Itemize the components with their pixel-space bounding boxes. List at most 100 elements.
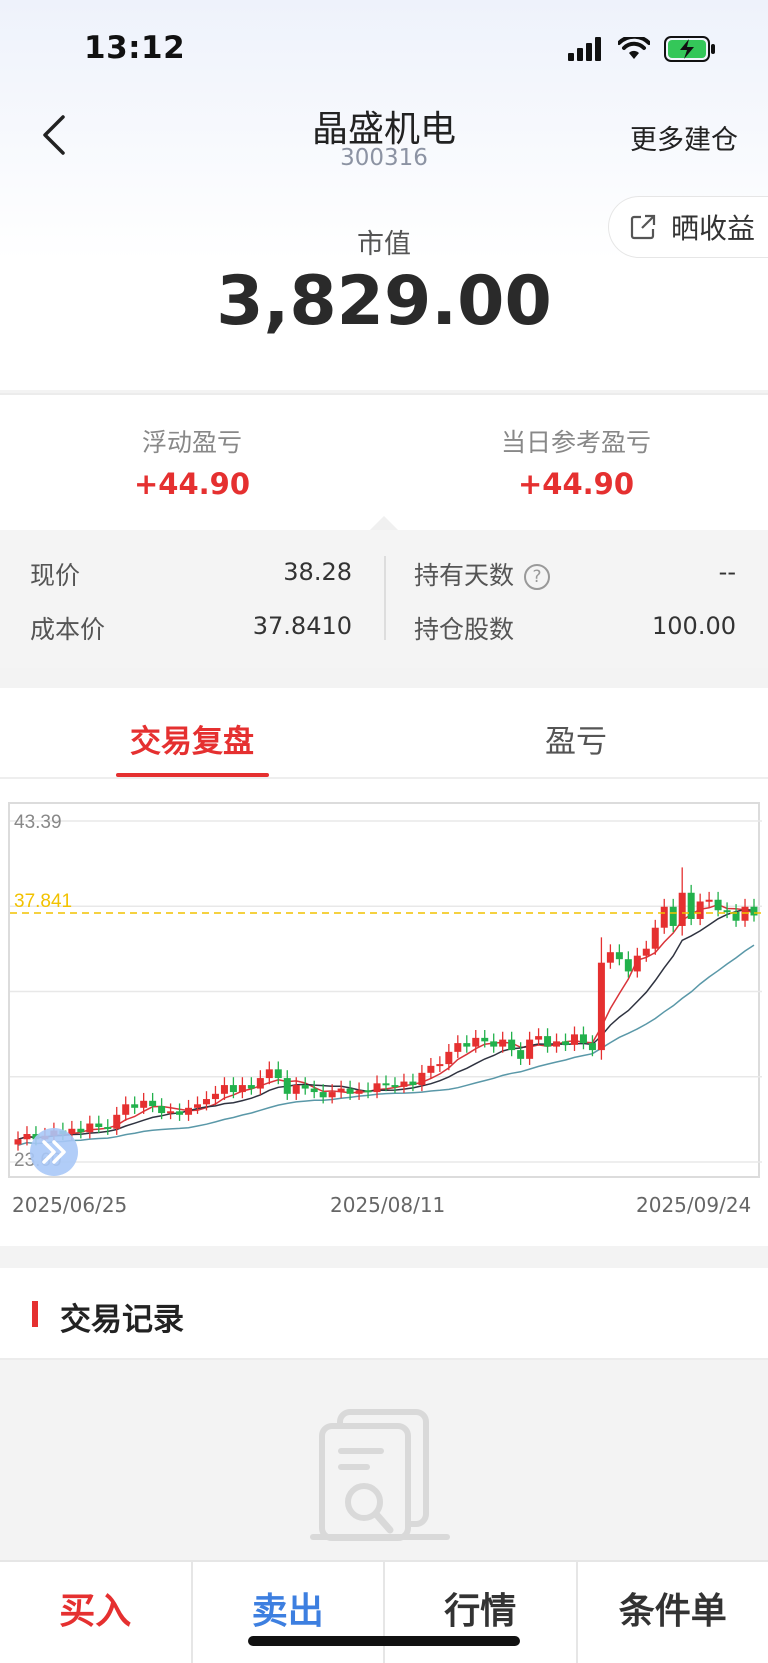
shares-held-value: 100.00 — [652, 612, 736, 640]
candle-body — [23, 1134, 31, 1140]
candle-body — [346, 1088, 354, 1094]
candle-body — [714, 899, 722, 911]
candle-body — [535, 1036, 543, 1040]
bottom-action-bar: 买入 卖出 行情 条件单 — [0, 1560, 768, 1663]
pointer-caret — [370, 516, 398, 530]
candle-body — [687, 892, 695, 919]
candle-body — [579, 1034, 587, 1044]
candle-body — [696, 901, 704, 919]
conditional-order-button[interactable]: 条件单 — [578, 1562, 768, 1663]
candle-body — [355, 1090, 363, 1094]
position-details: 现价 38.28 成本价 37.8410 持有天数? -- 持仓股数 100.0… — [0, 530, 768, 668]
candle-body — [104, 1127, 112, 1130]
candle-body — [310, 1088, 318, 1093]
trade-records-header: 交易记录 — [0, 1268, 768, 1360]
shares-held-label: 持仓股数 — [414, 615, 515, 644]
candle-body — [588, 1043, 596, 1051]
kline-chart-svg: 43.39 23.60 37.841 — [10, 812, 762, 1176]
cost-price-label: 成本价 — [30, 615, 106, 644]
candle-body — [14, 1139, 22, 1145]
market-value: 3,829.00 — [216, 262, 552, 341]
candle-body — [265, 1069, 273, 1079]
candle-body — [570, 1034, 578, 1045]
holding-days-value: -- — [718, 558, 736, 586]
candle-body — [176, 1111, 184, 1115]
candle-body — [202, 1099, 210, 1105]
candle-body — [436, 1064, 444, 1067]
candle-body — [606, 952, 614, 963]
candle-body — [238, 1085, 246, 1093]
x-axis-label-start: 2025/06/25 — [12, 1193, 128, 1217]
moving-average-line — [17, 903, 755, 1141]
x-axis-label-mid: 2025/08/11 — [330, 1193, 446, 1217]
chart-card: 交易复盘 盈亏 43.39 23.60 37.841 2025/06/25 20… — [0, 688, 768, 1246]
x-axis-label-end: 2025/09/24 — [636, 1193, 752, 1217]
y-axis-max-label: 43.39 — [14, 812, 62, 833]
candle-body — [400, 1081, 408, 1087]
candle-body — [544, 1036, 552, 1047]
empty-records-icon — [310, 1409, 450, 1541]
candle-body — [409, 1081, 417, 1086]
daily-pnl-value: +44.90 — [517, 467, 635, 501]
candle-body — [140, 1100, 148, 1108]
candle-body — [705, 899, 713, 902]
candle-body — [427, 1065, 435, 1073]
candle-body — [481, 1037, 489, 1042]
candle-body — [131, 1104, 139, 1108]
cellular-signal-icon — [568, 37, 601, 61]
candle-body — [301, 1085, 309, 1089]
candle-body — [678, 892, 686, 926]
tab-trade-review[interactable]: 交易复盘 — [0, 716, 384, 761]
cost-line-label: 37.841 — [14, 891, 72, 912]
candle-body — [256, 1078, 264, 1089]
candle-body — [597, 962, 605, 1051]
cost-price-value: 37.8410 — [252, 612, 352, 640]
kline-chart[interactable]: 43.39 23.60 37.841 — [8, 802, 762, 1178]
status-icons — [568, 36, 716, 62]
candle-body — [68, 1128, 76, 1135]
candle-body — [445, 1051, 453, 1065]
candle-body — [319, 1092, 327, 1098]
sell-button[interactable]: 卖出 — [193, 1562, 385, 1663]
candle-body — [723, 910, 731, 913]
candle-body — [185, 1107, 193, 1115]
quote-button[interactable]: 行情 — [385, 1562, 578, 1663]
trade-records-title: 交易记录 — [60, 1302, 184, 1338]
tab-profit-loss[interactable]: 盈亏 — [384, 716, 768, 761]
buy-button[interactable]: 买入 — [0, 1562, 193, 1663]
more-positions-button[interactable]: 更多建仓 — [630, 118, 738, 157]
candle-body — [553, 1041, 561, 1047]
holding-days-label: 持有天数? — [414, 556, 551, 592]
floating-pnl-label: 浮动盈亏 — [141, 428, 242, 457]
candle-body — [229, 1085, 237, 1093]
candle-body — [750, 906, 758, 916]
candle-body — [149, 1100, 157, 1107]
candle-body — [364, 1090, 372, 1093]
candle-body — [113, 1114, 121, 1129]
candle-body — [660, 906, 668, 928]
candle-body — [283, 1078, 291, 1094]
candle-body — [517, 1050, 525, 1059]
current-price-value: 38.28 — [283, 558, 352, 586]
expand-chart-button[interactable] — [30, 1128, 78, 1176]
candle-body — [95, 1123, 103, 1128]
candle-body — [337, 1088, 345, 1093]
candle-body — [391, 1085, 399, 1088]
candle-body — [642, 948, 650, 956]
candle-body — [669, 906, 677, 926]
candle-body — [508, 1039, 516, 1051]
battery-charging-icon — [664, 36, 715, 62]
candle-body — [220, 1085, 228, 1094]
candle-body — [418, 1072, 426, 1086]
candle-body — [651, 927, 659, 949]
moving-average-line — [17, 944, 755, 1147]
candle-body — [490, 1041, 498, 1047]
section-marker — [32, 1301, 38, 1327]
help-icon[interactable]: ? — [524, 564, 551, 590]
current-price-label: 现价 — [30, 561, 81, 590]
holding-days-text: 持有天数 — [414, 561, 515, 590]
status-time: 13:12 — [84, 30, 186, 66]
candle-body — [122, 1104, 130, 1115]
candle-body — [463, 1043, 471, 1047]
candle-body — [562, 1041, 570, 1045]
